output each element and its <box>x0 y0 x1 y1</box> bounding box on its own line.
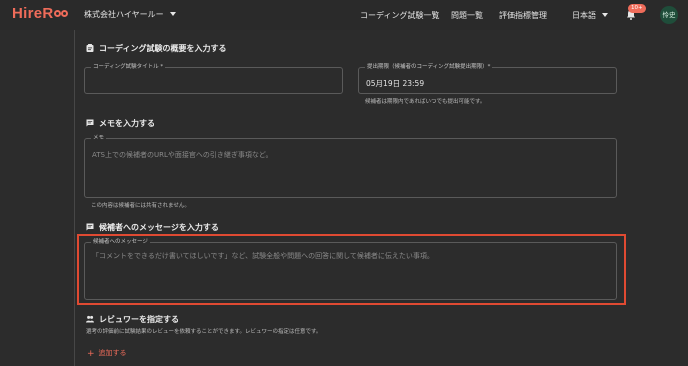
memo-field[interactable]: メモ ATS上での候補者のURLや面接官への引き継ぎ事項など。 <box>84 135 617 198</box>
user-avatar[interactable]: 怜史 <box>660 6 678 24</box>
left-divider <box>74 30 75 366</box>
company-selector[interactable]: 株式会社ハイヤールー <box>84 9 176 20</box>
deadline-field[interactable]: 提出期限（候補者のコーディング試験提出期限）* 05月19日 23:59 <box>358 64 617 94</box>
top-header: HireR 株式会社ハイヤールー コーディング試験一覧 問題一覧 評価指標管理 … <box>0 0 688 30</box>
chevron-down-icon <box>602 13 608 17</box>
add-reviewer-label: 追加する <box>98 349 127 357</box>
deadline-hint: 候補者は期限内であればいつでも提出可能です。 <box>365 99 486 105</box>
language-selector[interactable]: 日本語 <box>572 10 608 21</box>
overview-title-text: コーディング試験の概要を入力する <box>99 44 227 53</box>
deadline-value: 05月19日 23:59 <box>366 79 425 88</box>
message-title-text: 候補者へのメッセージを入力する <box>99 223 219 232</box>
reviewer-title-text: レビュワーを指定する <box>99 315 179 324</box>
comment-icon <box>86 119 94 127</box>
deadline-label: 提出期限（候補者のコーディング試験提出期限）* <box>365 64 493 71</box>
chevron-down-icon <box>169 12 176 16</box>
test-title-label: コーディング試験タイトル * <box>91 64 166 71</box>
hireroo-logo[interactable]: HireR <box>12 5 68 22</box>
message-icon <box>86 223 94 231</box>
language-label: 日本語 <box>572 11 596 20</box>
notification-badge: 10+ <box>628 4 646 13</box>
nav-coding-tests[interactable]: コーディング試験一覧 <box>360 10 439 21</box>
people-icon <box>86 315 94 323</box>
reviewer-section-title: レビュワーを指定する <box>86 314 179 325</box>
memo-hint: この内容は候補者には共有されません。 <box>91 203 190 209</box>
clipboard-icon <box>86 44 94 52</box>
add-reviewer-button[interactable]: + 追加する <box>87 348 127 359</box>
company-name: 株式会社ハイヤールー <box>84 10 164 19</box>
highlight-box <box>77 234 626 305</box>
nav-questions[interactable]: 問題一覧 <box>451 10 483 21</box>
memo-placeholder: ATS上での候補者のURLや面接官への引き継ぎ事項など。 <box>92 151 273 159</box>
reviewer-description: 選考の評価前に試験結果のレビューを依頼することができます。レビュワーの指定は任意… <box>86 329 322 335</box>
test-title-field[interactable]: コーディング試験タイトル * <box>84 64 343 94</box>
message-section-title: 候補者へのメッセージを入力する <box>86 222 219 233</box>
overview-section-title: コーディング試験の概要を入力する <box>86 43 226 54</box>
nav-evaluation-metrics[interactable]: 評価指標管理 <box>499 10 547 21</box>
memo-label: メモ <box>91 135 107 142</box>
plus-icon: + <box>87 349 95 359</box>
memo-section-title: メモを入力する <box>86 118 155 129</box>
memo-title-text: メモを入力する <box>99 119 155 128</box>
